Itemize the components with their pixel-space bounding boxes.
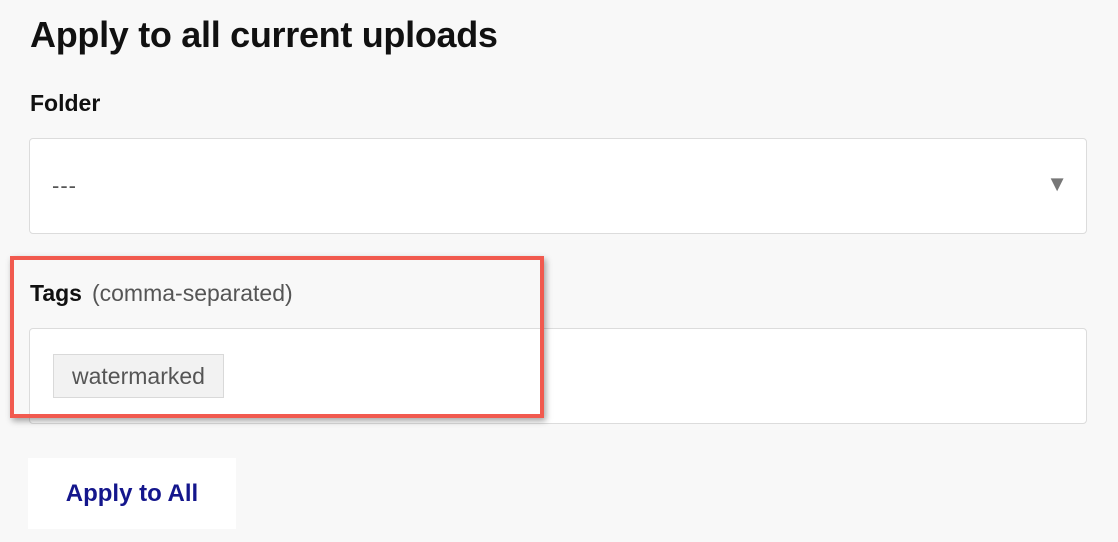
tags-input[interactable]: watermarked <box>29 328 1087 424</box>
apply-to-all-button[interactable]: Apply to All <box>28 458 236 529</box>
tags-label-hint: (comma-separated) <box>91 280 293 306</box>
apply-uploads-panel: Apply to all current uploads Folder --- … <box>0 0 1118 542</box>
folder-select[interactable]: --- ▼ <box>29 138 1087 234</box>
chevron-down-icon: ▼ <box>1046 171 1068 196</box>
tags-label: Tags (comma-separated) <box>30 280 293 307</box>
tag-chip[interactable]: watermarked <box>53 354 224 398</box>
tags-label-text: Tags <box>30 280 82 306</box>
folder-label: Folder <box>30 90 101 116</box>
section-heading: Apply to all current uploads <box>30 14 498 55</box>
folder-selected-value: --- <box>52 173 77 198</box>
